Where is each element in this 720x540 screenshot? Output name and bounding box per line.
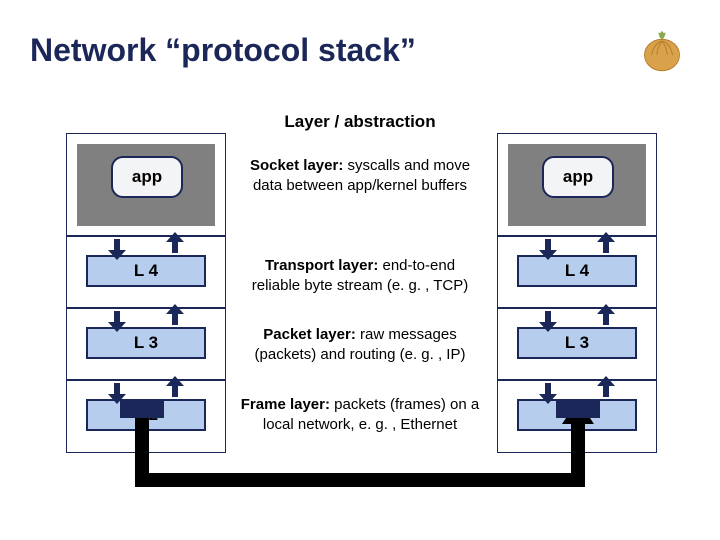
physical-link-connector [60, 400, 660, 520]
section-heading: Layer / abstraction [0, 112, 720, 132]
desc-socket: Socket layer: syscalls and move data bet… [240, 156, 480, 195]
left-arrows-l4-l3 [66, 309, 226, 331]
arrow-down-icon [94, 379, 140, 401]
arrow-down-icon [525, 235, 571, 257]
right-arrows-l4-l3 [497, 309, 657, 331]
desc-packet: Packet layer: raw messages (packets) and… [240, 325, 480, 364]
right-arrows-app-l4 [497, 237, 657, 259]
onion-icon [634, 20, 690, 81]
arrow-up-icon [583, 379, 629, 401]
arrow-up-icon [152, 307, 198, 329]
right-app-label: app [542, 156, 614, 198]
left-l4-box: L 4 [86, 255, 206, 287]
left-app-outline: app [66, 133, 226, 237]
left-l3-box: L 3 [86, 327, 206, 359]
left-arrows-app-l4 [66, 237, 226, 259]
left-app-label: app [111, 156, 183, 198]
desc-packet-head: Packet layer: [263, 326, 356, 343]
arrow-up-icon [583, 307, 629, 329]
arrow-down-icon [94, 235, 140, 257]
arrow-up-icon [152, 379, 198, 401]
arrow-down-icon [525, 307, 571, 329]
arrow-up-icon [152, 235, 198, 257]
desc-transport-head: Transport layer: [265, 257, 378, 274]
right-l3-box: L 3 [517, 327, 637, 359]
arrow-up-icon [583, 235, 629, 257]
page-title: Network “protocol stack” [30, 32, 634, 69]
arrow-down-icon [525, 379, 571, 401]
arrow-down-icon [94, 307, 140, 329]
desc-transport: Transport layer: end-to-end reliable byt… [240, 256, 480, 295]
right-app-outline: app [497, 133, 657, 237]
right-l4-box: L 4 [517, 255, 637, 287]
desc-socket-head: Socket layer: [250, 157, 343, 174]
